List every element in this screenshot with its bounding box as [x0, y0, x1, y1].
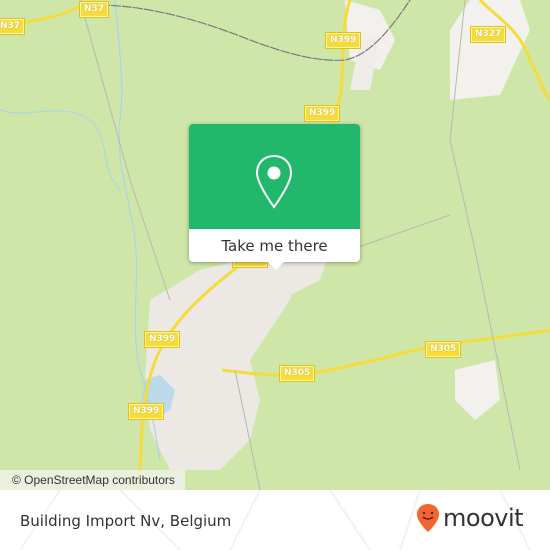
moovit-logo[interactable]: moovit: [416, 503, 524, 533]
minor-road: [79, 0, 171, 301]
map-pin-icon: [255, 154, 293, 209]
place-name: Building Import Nv, Belgium: [20, 512, 232, 530]
map-attribution[interactable]: © OpenStreetMap contributors: [0, 470, 185, 490]
road-label-n399: N399: [127, 403, 165, 420]
road-label-n399: N399: [303, 105, 341, 122]
road-label-n327: N327: [469, 26, 507, 43]
urban-area: [455, 360, 500, 420]
road-n305: [221, 328, 550, 377]
moovit-smile-pin-icon: [417, 504, 439, 532]
road-label-n37: N37: [78, 1, 110, 18]
popup-header: [189, 124, 360, 229]
popup-pointer: [268, 262, 284, 270]
road-label-n305: N305: [424, 341, 462, 358]
river: [0, 109, 121, 191]
footer: Building Import Nv, Belgium moovit: [0, 490, 550, 550]
urban-area: [450, 0, 530, 100]
road-label-n305: N305: [278, 365, 316, 382]
map[interactable]: N37 N37 N399 N327 N399 N399 N305 N305 N3…: [0, 0, 550, 490]
road-label-n37: N37: [0, 18, 26, 35]
road-label-n399: N399: [143, 331, 181, 348]
take-me-there-button[interactable]: Take me there: [189, 229, 360, 262]
road-label-n399: N399: [324, 32, 362, 49]
location-popup: Take me there: [189, 124, 360, 270]
moovit-wordmark: moovit: [443, 504, 524, 532]
